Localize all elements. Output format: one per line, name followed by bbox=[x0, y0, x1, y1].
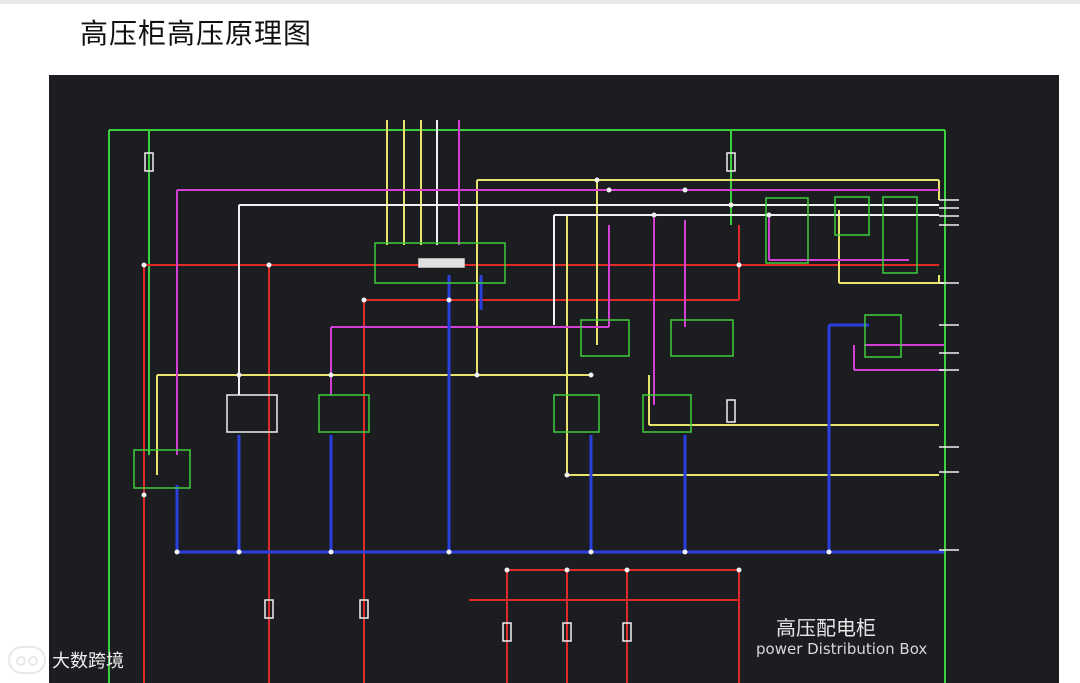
relay-k5 bbox=[580, 319, 630, 357]
box-subtitle: power Distribution Box bbox=[756, 640, 928, 658]
blue-bus bbox=[175, 275, 944, 554]
schematic-svg bbox=[108, 120, 959, 683]
relay-k6 bbox=[670, 319, 734, 357]
relay-k1 bbox=[765, 197, 809, 264]
box-title: 高压配电柜 bbox=[776, 616, 876, 640]
relay-k4 bbox=[864, 314, 902, 358]
watermark-text: 大数跨境 bbox=[52, 651, 124, 672]
relay-k10 bbox=[642, 394, 692, 433]
relay-k11 bbox=[133, 449, 191, 489]
components bbox=[133, 196, 918, 489]
relay-k9 bbox=[553, 394, 600, 433]
page-title: 高压柜高压原理图 bbox=[80, 17, 313, 50]
fuses bbox=[144, 152, 736, 642]
terminals bbox=[939, 199, 959, 551]
yellow-wires bbox=[156, 120, 944, 476]
top-strip bbox=[0, 0, 1080, 4]
wechat-icon bbox=[8, 646, 46, 674]
relay-k3 bbox=[882, 196, 918, 274]
watermark: 大数跨境 bbox=[8, 646, 124, 674]
white-wires bbox=[238, 120, 939, 395]
schematic-canvas bbox=[49, 75, 1059, 683]
relay-k8 bbox=[318, 394, 370, 433]
